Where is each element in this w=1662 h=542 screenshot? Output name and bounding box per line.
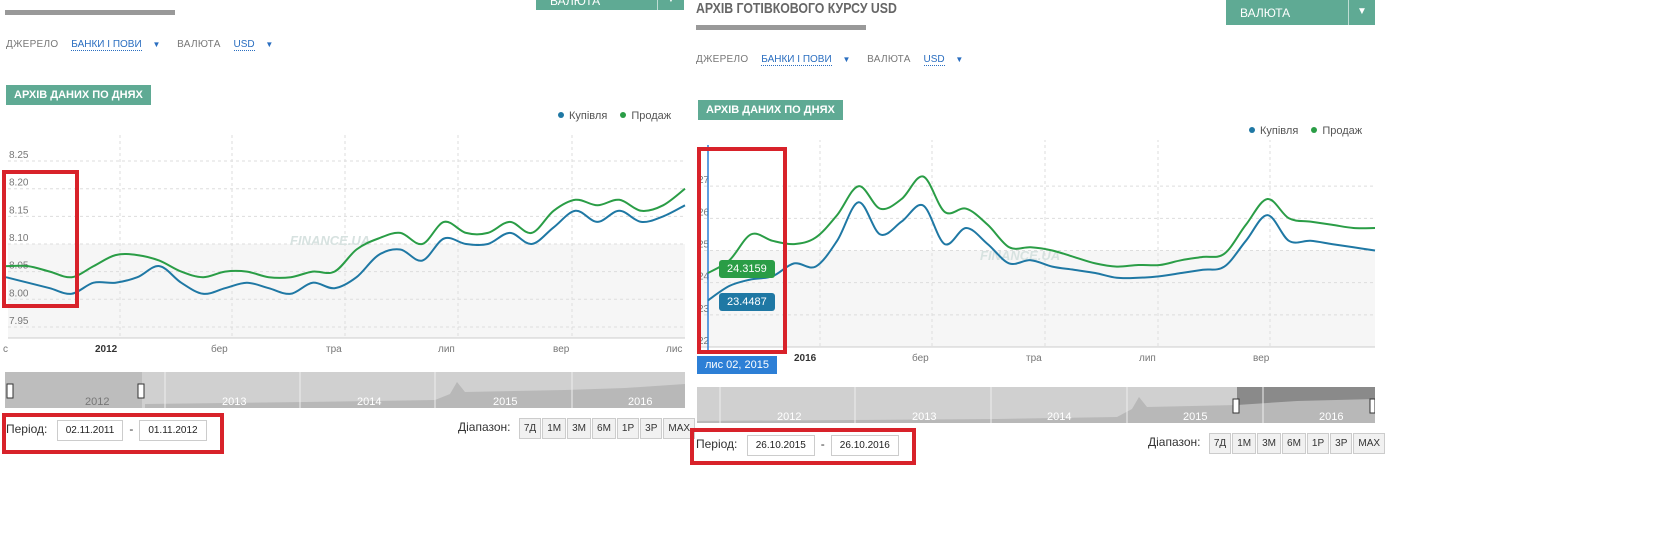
currency-dropdown-button[interactable]: ВАЛЮТА ▼ xyxy=(1226,0,1375,25)
navigator-year: 2016 xyxy=(1319,411,1343,423)
x-tick-label: вер xyxy=(553,344,570,355)
navigator-handle-left[interactable] xyxy=(6,383,14,399)
currency-label: ВАЛЮТА xyxy=(867,54,911,65)
x-tick-label: лип xyxy=(1139,353,1156,364)
currency-button-label: ВАЛЮТА xyxy=(550,0,601,8)
range-label: Діапазон: xyxy=(1148,435,1201,449)
navigator-svg: 2012 2013 2014 2015 2016 xyxy=(5,372,685,408)
source-label: ДЖЕРЕЛО xyxy=(696,54,749,65)
chevron-down-icon[interactable]: ▼ xyxy=(265,40,273,49)
legend-buy[interactable]: Купівля xyxy=(569,110,607,122)
source-select[interactable]: БАНКИ І ПОВИ xyxy=(71,39,142,51)
navigator-year: 2016 xyxy=(628,396,652,408)
source-select[interactable]: БАНКИ І ПОВИ xyxy=(761,54,832,66)
range-label: Діапазон: xyxy=(458,420,511,434)
highlight-box xyxy=(2,170,79,308)
chart-left[interactable]: FINANCE.UA 7.958.008.058.108.158.208.25 … xyxy=(0,125,690,355)
x-tick-label: лис xyxy=(666,344,682,355)
x-tick-label: лип xyxy=(438,344,455,355)
legend-sell-marker xyxy=(1311,127,1318,133)
range-row: Діапазон: 7Д 1М 3М 6М 1Р 3Р MAX xyxy=(458,418,696,439)
y-tick-label: 7.95 xyxy=(9,316,29,327)
chevron-down-icon[interactable]: ▼ xyxy=(955,55,963,64)
highlight-box xyxy=(2,413,224,454)
navigator-year: 2015 xyxy=(1183,411,1207,423)
navigator-year: 2015 xyxy=(493,396,517,408)
legend-buy-marker xyxy=(1249,127,1255,133)
x-tick-label: вер xyxy=(1253,353,1270,364)
legend-sell[interactable]: Продаж xyxy=(631,110,671,122)
x-tick-label: 2012 xyxy=(95,344,118,355)
title-underline xyxy=(5,10,175,15)
currency-dropdown-button[interactable]: ВАЛЮТА ▼ xyxy=(536,0,684,10)
range-3y-button[interactable]: 3Р xyxy=(1330,433,1353,454)
navigator[interactable]: 2012 2013 2014 2015 2016 xyxy=(697,387,1376,423)
title-underline xyxy=(696,25,866,30)
left-panel: ВАЛЮТА ▼ ДЖЕРЕЛО БАНКИ І ПОВИ ▼ ВАЛЮТА U… xyxy=(0,0,696,542)
currency-select[interactable]: USD xyxy=(233,39,255,51)
navigator-handle-right[interactable] xyxy=(137,383,145,399)
range-3y-button[interactable]: 3Р xyxy=(640,418,663,439)
legend-sell-marker xyxy=(620,112,627,118)
source-label: ДЖЕРЕЛО xyxy=(6,39,59,50)
navigator-year: 2013 xyxy=(912,411,936,423)
range-7d-button[interactable]: 7Д xyxy=(1208,433,1232,454)
navigator-handle-left[interactable] xyxy=(1232,398,1240,414)
chevron-down-icon[interactable]: ▼ xyxy=(152,40,160,49)
x-tick-label: тра xyxy=(1026,353,1042,364)
navigator-svg: 2012 2013 2014 2015 2016 xyxy=(697,387,1376,423)
chart-right[interactable]: FINANCE.UA 222324252627 2016 бер тра лип вер xyxy=(690,140,1380,370)
range-row: Діапазон: 7Д 1М 3М 6М 1Р 3Р MAX xyxy=(1148,433,1386,454)
range-3m-button[interactable]: 3М xyxy=(1257,433,1282,454)
x-tick-label: бер xyxy=(912,352,929,364)
currency-select[interactable]: USD xyxy=(923,54,945,66)
navigator[interactable]: 2012 2013 2014 2015 2016 xyxy=(5,372,685,408)
y-tick-label: 8.25 xyxy=(9,150,29,161)
right-panel: АРХІВ ГОТІВКОВОГО КУРСУ USD ВАЛЮТА ▼ ДЖЕ… xyxy=(690,0,1390,542)
chevron-down-icon: ▼ xyxy=(1348,0,1375,25)
chevron-down-icon[interactable]: ▼ xyxy=(842,55,850,64)
legend[interactable]: Купівля Продаж xyxy=(548,110,671,122)
navigator-handle-right[interactable] xyxy=(1369,398,1376,414)
legend-buy[interactable]: Купівля xyxy=(1260,125,1298,137)
currency-button-label: ВАЛЮТА xyxy=(1240,6,1291,20)
legend[interactable]: Купівля Продаж xyxy=(1239,125,1362,137)
filters-row: ДЖЕРЕЛО БАНКИ І ПОВИ ▼ ВАЛЮТА USD ▼ xyxy=(6,39,287,51)
chevron-down-icon: ▼ xyxy=(657,0,684,10)
navigator-year: 2012 xyxy=(777,411,801,423)
page-title: АРХІВ ГОТІВКОВОГО КУРСУ USD xyxy=(696,0,897,17)
range-1y-button[interactable]: 1Р xyxy=(1306,433,1330,454)
x-tick-label: 2016 xyxy=(794,353,817,364)
range-1y-button[interactable]: 1Р xyxy=(616,418,640,439)
highlight-box xyxy=(697,147,787,354)
range-1m-button[interactable]: 1М xyxy=(1232,433,1257,454)
legend-buy-marker xyxy=(558,112,564,118)
highlight-box xyxy=(690,428,916,465)
x-tick-label: с xyxy=(3,344,8,355)
crosshair-date-label: лис 02, 2015 xyxy=(697,356,777,374)
navigator-year: 2012 xyxy=(85,396,109,408)
watermark: FINANCE.UA xyxy=(290,233,370,248)
navigator-year: 2014 xyxy=(357,396,381,408)
navigator-selection[interactable] xyxy=(5,372,142,408)
section-tag: АРХІВ ДАНИХ ПО ДНЯХ xyxy=(698,100,843,120)
navigator-year: 2014 xyxy=(1047,411,1071,423)
range-max-button[interactable]: MAX xyxy=(1353,433,1386,454)
x-tick-label: тра xyxy=(326,344,342,355)
range-1m-button[interactable]: 1М xyxy=(542,418,567,439)
navigator-year: 2013 xyxy=(222,396,246,408)
range-3m-button[interactable]: 3М xyxy=(567,418,592,439)
x-tick-label: бер xyxy=(211,343,228,355)
currency-label: ВАЛЮТА xyxy=(177,39,221,50)
filters-row: ДЖЕРЕЛО БАНКИ І ПОВИ ▼ ВАЛЮТА USD ▼ xyxy=(696,54,977,66)
section-tag: АРХІВ ДАНИХ ПО ДНЯХ xyxy=(6,85,151,105)
range-6m-button[interactable]: 6М xyxy=(592,418,616,439)
range-6m-button[interactable]: 6М xyxy=(1282,433,1306,454)
range-7d-button[interactable]: 7Д xyxy=(518,418,542,439)
legend-sell[interactable]: Продаж xyxy=(1322,125,1362,137)
